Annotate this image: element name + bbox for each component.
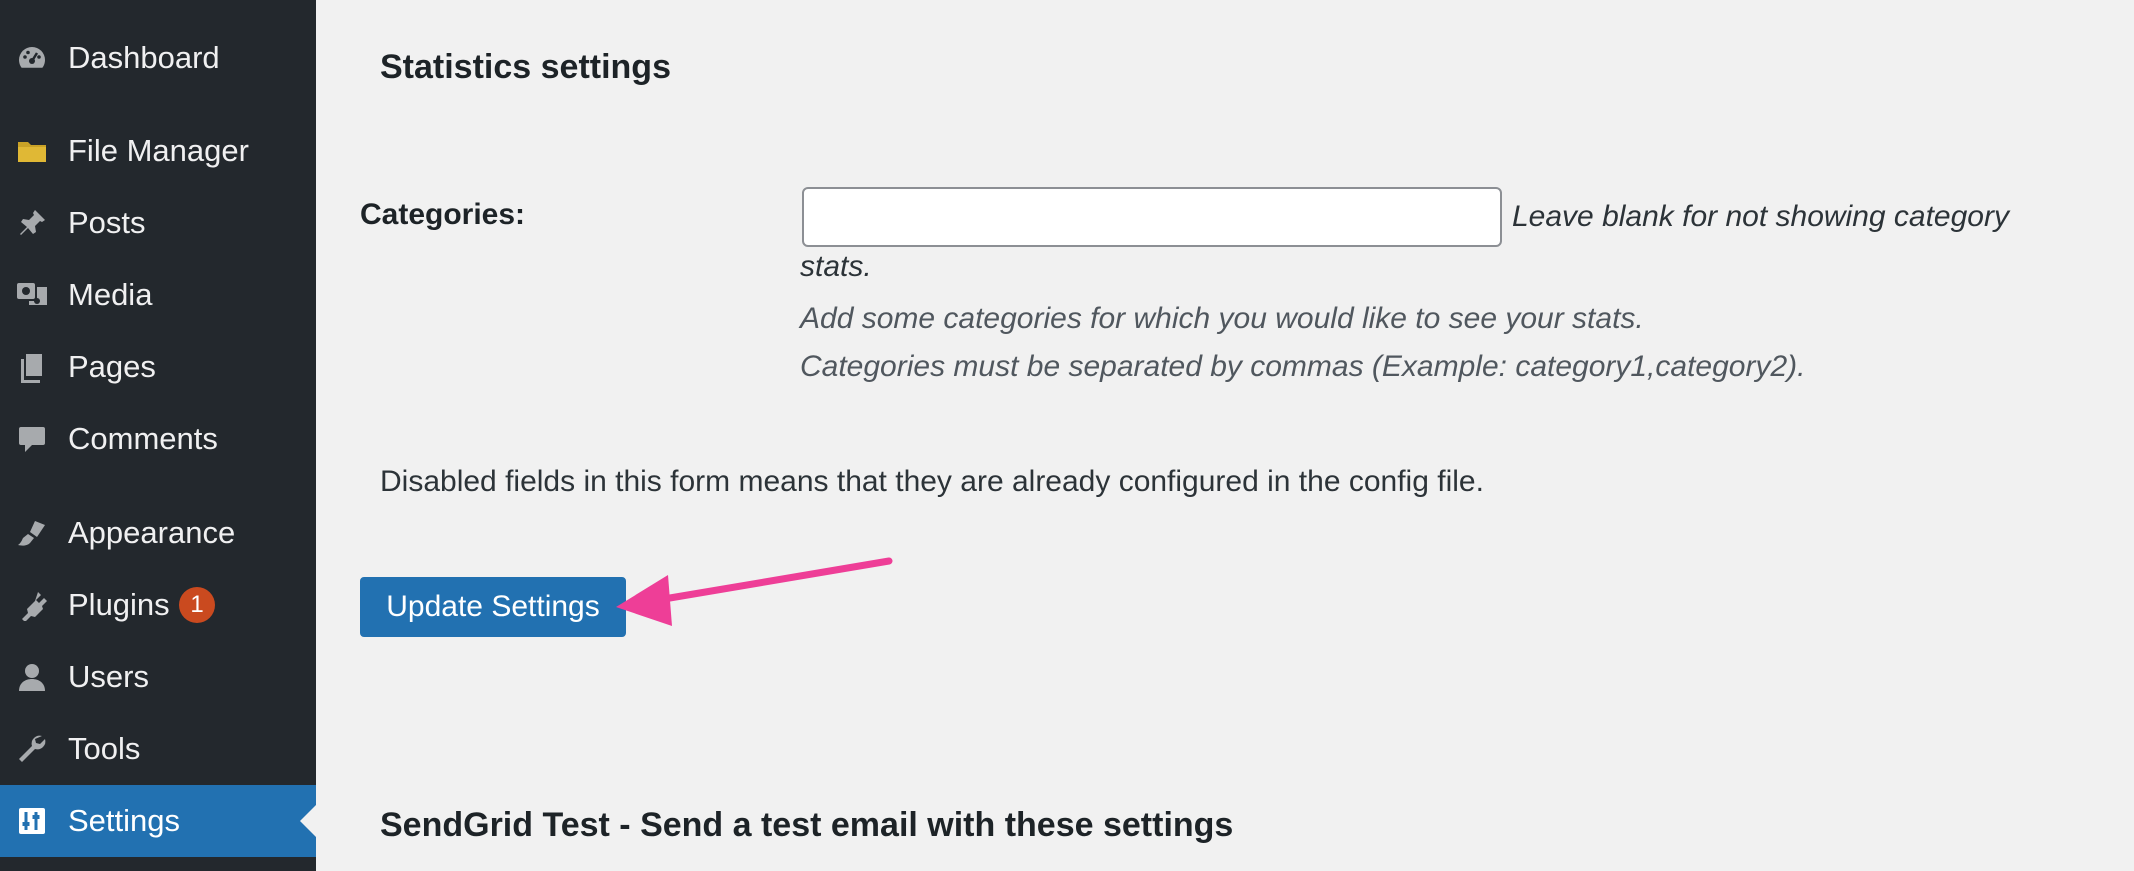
update-count-badge: 1 — [179, 587, 215, 623]
categories-input[interactable] — [802, 187, 1502, 247]
update-settings-button[interactable]: Update Settings — [360, 577, 626, 637]
sidebar-item-comments[interactable]: Comments — [0, 403, 316, 475]
categories-hint-continued: stats. — [800, 250, 872, 283]
user-icon — [14, 659, 50, 695]
plugin-icon — [14, 587, 50, 623]
wrench-icon — [14, 731, 50, 767]
sidebar-item-label: Media — [68, 277, 153, 312]
categories-label: Categories: — [360, 198, 526, 231]
main-content: Statistics settings Categories: Leave bl… — [316, 0, 2134, 871]
sidebar-item-label: Pages — [68, 349, 156, 384]
sidebar-item-label: Users — [68, 659, 149, 694]
sidebar-item-label: Posts — [68, 205, 146, 240]
sidebar-item-plugins[interactable]: Plugins 1 — [0, 569, 316, 641]
categories-hint: Leave blank for not showing category — [1512, 200, 2009, 233]
annotation-arrow — [616, 557, 893, 626]
statistics-settings-heading: Statistics settings — [380, 48, 671, 86]
categories-description: Add some categories for which you would … — [800, 302, 1644, 335]
sendgrid-test-heading: SendGrid Test - Send a test email with t… — [380, 806, 1234, 844]
sidebar-item-posts[interactable]: Posts — [0, 187, 316, 259]
sidebar-item-label: Dashboard — [68, 40, 220, 75]
sidebar-item-dashboard[interactable]: Dashboard — [0, 22, 316, 94]
categories-format-note: Categories must be separated by commas (… — [800, 350, 1806, 383]
brush-icon — [14, 515, 50, 551]
disabled-fields-note: Disabled fields in this form means that … — [380, 465, 1484, 498]
sidebar-item-label: Plugins — [68, 587, 170, 622]
current-menu-caret — [300, 805, 316, 837]
sidebar-item-tools[interactable]: Tools — [0, 713, 316, 785]
pages-icon — [14, 349, 50, 385]
comment-icon — [14, 421, 50, 457]
admin-sidebar: Dashboard File Manager Posts Media Pages… — [0, 0, 316, 871]
settings-icon — [14, 803, 50, 839]
sidebar-item-file-manager[interactable]: File Manager — [0, 115, 316, 187]
sidebar-item-media[interactable]: Media — [0, 259, 316, 331]
pin-icon — [14, 205, 50, 241]
sidebar-item-settings[interactable]: Settings — [0, 785, 316, 857]
sidebar-item-label: Settings — [68, 803, 181, 838]
sidebar-item-label: Tools — [68, 731, 141, 766]
sidebar-item-label: Appearance — [68, 515, 236, 550]
folder-icon — [14, 133, 50, 169]
media-icon — [14, 277, 50, 313]
sidebar-item-label: Comments — [68, 421, 218, 456]
sidebar-item-label: File Manager — [68, 133, 249, 168]
dashboard-icon — [14, 40, 50, 76]
sidebar-item-pages[interactable]: Pages — [0, 331, 316, 403]
sidebar-item-users[interactable]: Users — [0, 641, 316, 713]
sidebar-item-appearance[interactable]: Appearance — [0, 497, 316, 569]
